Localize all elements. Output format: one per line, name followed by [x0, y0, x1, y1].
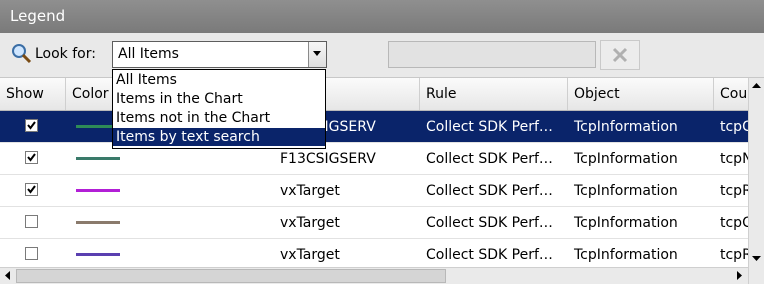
- arrow-up-icon: [752, 83, 761, 88]
- horizontal-scrollbar[interactable]: [0, 267, 748, 284]
- look-for: Look for:: [10, 41, 96, 67]
- object-cell: TcpInformation: [574, 119, 678, 135]
- arrow-left-icon: [5, 271, 10, 280]
- counter-cell: tcpR: [720, 183, 748, 199]
- scroll-right-button[interactable]: [732, 268, 748, 284]
- column-header-rule[interactable]: Rule: [420, 78, 568, 110]
- show-checkbox[interactable]: [25, 119, 38, 132]
- table-row[interactable]: vxTarget Collect SDK Perf… TcpInformation t…: [0, 207, 748, 239]
- column-header-show[interactable]: Show: [0, 78, 66, 110]
- dropdown-option-items-not-in-chart[interactable]: Items not in the Chart: [113, 109, 325, 127]
- filter-combobox[interactable]: All Items: [112, 41, 327, 68]
- checkmark-icon: [27, 121, 36, 130]
- search-input[interactable]: [388, 41, 596, 68]
- checkmark-icon: [27, 153, 36, 162]
- arrow-down-icon: [752, 256, 761, 261]
- rule-cell: Collect SDK Perf…: [426, 183, 553, 199]
- object-cell: TcpInformation: [574, 215, 678, 231]
- target-cell: vxTarget: [280, 215, 340, 231]
- target-cell: vxTarget: [280, 183, 340, 199]
- panel-title: Legend: [0, 0, 764, 33]
- rule-cell: Collect SDK Perf…: [426, 119, 553, 135]
- checkmark-icon: [27, 185, 36, 194]
- filter-dropdown-list: All Items Items in the Chart Items not i…: [112, 69, 326, 149]
- show-checkbox[interactable]: [25, 183, 38, 196]
- object-cell: TcpInformation: [574, 151, 678, 167]
- dropdown-option-items-by-text-search[interactable]: Items by text search: [113, 128, 325, 146]
- close-icon: [612, 47, 628, 63]
- clear-search-button[interactable]: [600, 40, 640, 70]
- counter-cell: tcpN: [720, 151, 748, 167]
- color-swatch: [76, 189, 120, 192]
- show-checkbox[interactable]: [25, 151, 38, 164]
- counter-cell: tcpC: [720, 119, 748, 135]
- scroll-down-button[interactable]: [749, 251, 764, 267]
- legend-panel: Legend Look for: All Items Show Color Ru…: [0, 0, 764, 284]
- dropdown-option-all-items[interactable]: All Items: [113, 71, 325, 89]
- show-checkbox[interactable]: [25, 247, 38, 260]
- dropdown-option-items-in-chart[interactable]: Items in the Chart: [113, 90, 325, 108]
- scroll-left-button[interactable]: [0, 268, 16, 284]
- color-swatch: [76, 221, 120, 224]
- combo-dropdown-button[interactable]: [308, 42, 326, 67]
- magnifier-icon: [10, 43, 32, 65]
- object-cell: TcpInformation: [574, 247, 678, 263]
- column-header-object[interactable]: Object: [568, 78, 714, 110]
- counter-cell: tcpR: [720, 247, 748, 263]
- counter-cell: tcpC: [720, 215, 748, 231]
- color-swatch: [76, 157, 120, 160]
- color-swatch: [76, 253, 120, 256]
- rule-cell: Collect SDK Perf…: [426, 215, 553, 231]
- chevron-down-icon: [313, 51, 321, 56]
- arrow-right-icon: [737, 271, 742, 280]
- rule-cell: Collect SDK Perf…: [426, 247, 553, 263]
- column-header-counter[interactable]: Cou: [714, 78, 748, 110]
- target-cell: vxTarget: [280, 247, 340, 263]
- vertical-scrollbar[interactable]: [748, 78, 764, 284]
- object-cell: TcpInformation: [574, 183, 678, 199]
- table-row[interactable]: vxTarget Collect SDK Perf… TcpInformation t…: [0, 175, 748, 207]
- filter-value: All Items: [118, 46, 179, 62]
- show-checkbox[interactable]: [25, 215, 38, 228]
- scroll-up-button[interactable]: [749, 78, 764, 94]
- horizontal-scroll-thumb[interactable]: [16, 269, 446, 283]
- rule-cell: Collect SDK Perf…: [426, 151, 553, 167]
- look-for-label: Look for:: [35, 46, 96, 62]
